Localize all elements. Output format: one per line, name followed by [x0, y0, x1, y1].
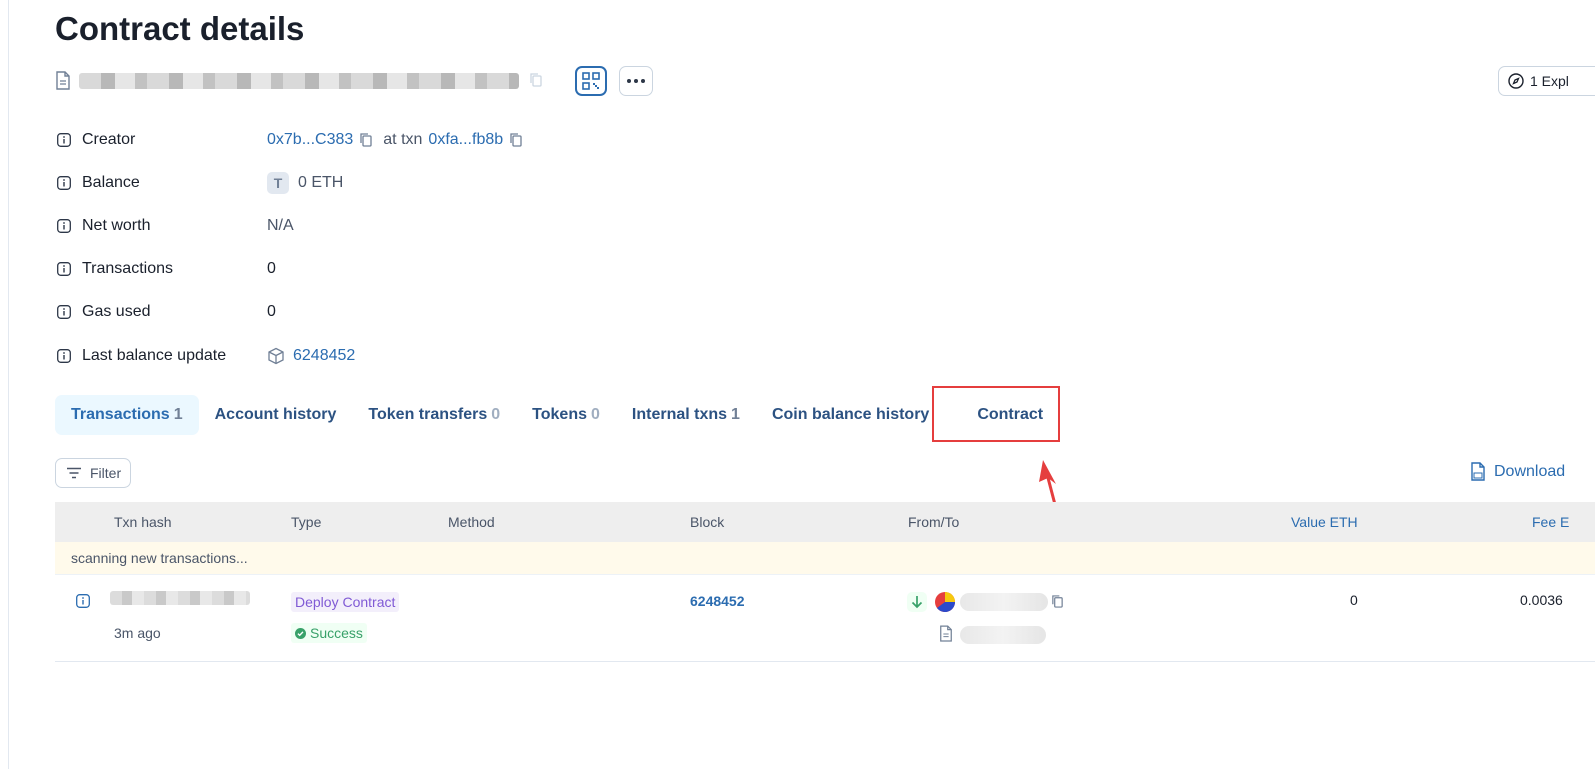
header-fee[interactable]: Fee E — [1532, 514, 1569, 530]
csv-file-icon — [1471, 462, 1485, 481]
tab-coin-balance-history[interactable]: Coin balance history — [756, 395, 945, 435]
gas-used-label: Gas used — [82, 303, 151, 320]
incoming-badge — [907, 592, 927, 612]
check-circle-icon — [295, 627, 306, 639]
contract-document-icon — [940, 625, 952, 642]
contract-address-redacted — [79, 73, 519, 89]
txn-hash-redacted[interactable] — [110, 591, 250, 605]
tab-internal-txns[interactable]: Internal txns 1 — [616, 395, 756, 435]
transactions-value: 0 — [267, 260, 276, 277]
at-txn-text: at txn — [383, 131, 423, 148]
info-icon[interactable] — [57, 305, 71, 319]
tab-token-transfers[interactable]: Token transfers 0 — [352, 395, 516, 435]
header-value[interactable]: Value ETH — [1291, 514, 1358, 530]
tab-tokens[interactable]: Tokens 0 — [516, 395, 616, 435]
copy-address-icon[interactable] — [529, 72, 543, 93]
info-icon[interactable] — [57, 176, 71, 190]
transactions-label: Transactions — [82, 260, 173, 277]
detail-transactions: Transactions 0 — [57, 257, 1057, 281]
info-icon[interactable] — [76, 594, 90, 608]
txn-value: 0 — [1350, 592, 1358, 608]
header-method: Method — [448, 514, 495, 530]
copy-icon[interactable] — [359, 132, 373, 148]
txn-fee: 0.0036 — [1520, 592, 1563, 608]
left-sidebar-edge — [0, 0, 9, 769]
highlight-box-annotation — [932, 386, 1060, 442]
copy-icon[interactable] — [1051, 594, 1064, 609]
contract-address-row: 1 Expl — [55, 66, 1595, 96]
download-label: Download — [1494, 463, 1566, 480]
tab-bar: Transactions 1 Account history Token tran… — [55, 395, 1059, 435]
token-avatar: T — [267, 172, 289, 194]
block-link[interactable]: 6248452 — [293, 347, 355, 365]
contract-document-icon — [55, 71, 71, 96]
txn-block-link[interactable]: 6248452 — [690, 593, 745, 609]
info-icon[interactable] — [57, 219, 71, 233]
creator-label: Creator — [82, 131, 136, 148]
header-block: Block — [690, 514, 725, 530]
block-cube-icon — [268, 347, 284, 365]
address-avatar-icon — [935, 592, 955, 612]
creator-txn-link[interactable]: 0xfa...fb8b — [428, 131, 503, 149]
txn-age: 3m ago — [114, 625, 161, 641]
table-header: Txn hash Type Method Block From/To Value… — [55, 502, 1595, 542]
qr-code-icon — [582, 72, 600, 90]
status-badge: Success — [291, 623, 367, 643]
more-options-button[interactable] — [619, 66, 653, 96]
arrow-down-icon — [911, 596, 923, 609]
compass-icon — [1508, 73, 1524, 89]
to-address-redacted[interactable] — [960, 626, 1046, 644]
creator-address-link[interactable]: 0x7b...C383 — [267, 131, 353, 149]
net-worth-value: N/A — [267, 217, 294, 234]
detail-last-balance-update: Last balance update 6248452 — [57, 344, 1057, 368]
info-icon[interactable] — [57, 133, 71, 147]
detail-balance: Balance T 0 ETH — [57, 171, 1057, 195]
filter-label: Filter — [90, 465, 122, 481]
header-type: Type — [291, 514, 322, 530]
explorers-button[interactable]: 1 Expl — [1498, 66, 1595, 96]
scanning-text: scanning new transactions... — [71, 550, 248, 566]
type-badge: Deploy Contract — [291, 592, 400, 612]
table-row: 3m ago Deploy Contract Success 6248452 0… — [55, 574, 1595, 662]
detail-gas-used: Gas used 0 — [57, 300, 1057, 324]
download-csv-button[interactable]: Download — [1470, 462, 1565, 482]
scanning-notice: scanning new transactions... — [55, 542, 1595, 575]
info-icon[interactable] — [57, 262, 71, 276]
info-icon[interactable] — [57, 349, 71, 363]
header-from-to: From/To — [908, 514, 960, 530]
gas-used-value: 0 — [267, 303, 276, 320]
balance-value: 0 ETH — [298, 174, 344, 191]
detail-creator: Creator 0x7b...C383 at txn 0xfa...fb8b — [57, 128, 1057, 152]
net-worth-label: Net worth — [82, 217, 151, 234]
filter-button[interactable]: Filter — [55, 458, 131, 488]
explorers-label: 1 Expl — [1530, 73, 1569, 89]
tab-transactions[interactable]: Transactions 1 — [55, 395, 199, 435]
detail-net-worth: Net worth N/A — [57, 214, 1057, 238]
last-balance-update-label: Last balance update — [82, 347, 227, 364]
from-address-redacted[interactable] — [960, 593, 1048, 611]
page-title: Contract details — [55, 10, 305, 47]
ellipsis-icon — [627, 79, 645, 83]
tab-account-history[interactable]: Account history — [199, 395, 353, 435]
header-txn-hash: Txn hash — [114, 514, 172, 530]
qr-code-button[interactable] — [575, 66, 607, 96]
balance-label: Balance — [82, 174, 140, 191]
filter-icon — [67, 467, 81, 479]
copy-icon[interactable] — [509, 132, 523, 148]
